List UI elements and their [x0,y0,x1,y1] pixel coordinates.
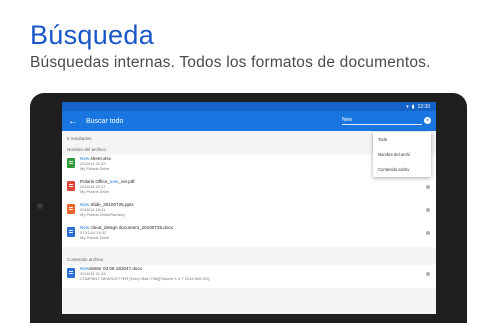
filter-dropdown-menu: Todo Nombre del archi Contenido archiv [373,132,431,177]
file-location: My Polaris Drive [80,234,110,240]
list-item[interactable]: Polaris Office_new_ver.pdf 2016/14 22:47… [62,178,436,201]
menu-item-filename[interactable]: Nombre del archi [373,147,431,162]
file-location: My Polaris Drive/Ramsey [80,211,125,217]
file-list: Newsletter 03.09.181647.docx 2016/14 21:… [62,265,436,288]
wifi-icon: ▾ [406,103,409,110]
search-underline [342,124,422,125]
file-location: My Polaris Drive [80,188,110,194]
list-item[interactable]: New cloud_design document_20100725.docx … [62,224,436,247]
app-bar-title: Buscar todo [86,117,124,125]
file-snippet: COMPANY NEWSLETTER [Entry Main Title][Vo… [80,275,210,281]
status-bar: ▾ ▮ 12:30 [62,102,436,111]
file-location: My Polaris Drive [80,165,110,171]
camera-dot [37,203,43,209]
page-subtitle: Búsquedas internas. Todos los formatos d… [30,54,431,71]
more-options-icon[interactable] [426,208,430,212]
spreadsheet-file-icon [67,158,75,168]
file-name-match: new [109,179,119,184]
menu-item-all[interactable]: Todo [373,132,431,147]
arrow-left-icon[interactable]: ← [68,116,78,127]
app-screen: ▾ ▮ 12:30 ← Buscar todo New × 5 resultad… [62,102,436,314]
menu-item-content[interactable]: Contenido archiv [373,162,431,177]
status-time: 12:30 [417,103,430,110]
more-options-icon[interactable] [426,185,430,189]
presentation-file-icon [67,204,75,214]
app-bar: ← Buscar todo New × [62,111,436,131]
battery-icon: ▮ [411,103,415,110]
search-input[interactable]: New [342,117,352,123]
more-options-icon[interactable] [426,231,430,235]
document-file-icon [67,227,75,237]
document-file-icon [67,268,75,278]
clear-circle-icon[interactable]: × [424,117,431,124]
pdf-file-icon [67,181,75,191]
more-options-icon[interactable] [426,272,430,276]
list-item[interactable]: New Slide_20100725.pptx 2016/14 18:11 My… [62,201,436,224]
page-headline: Búsqueda [30,20,155,50]
list-item[interactable]: Newsletter 03.09.181647.docx 2016/14 21:… [62,265,436,288]
file-name: _ver.pdf [118,179,135,184]
section-header: Contenido archivo [62,253,436,265]
